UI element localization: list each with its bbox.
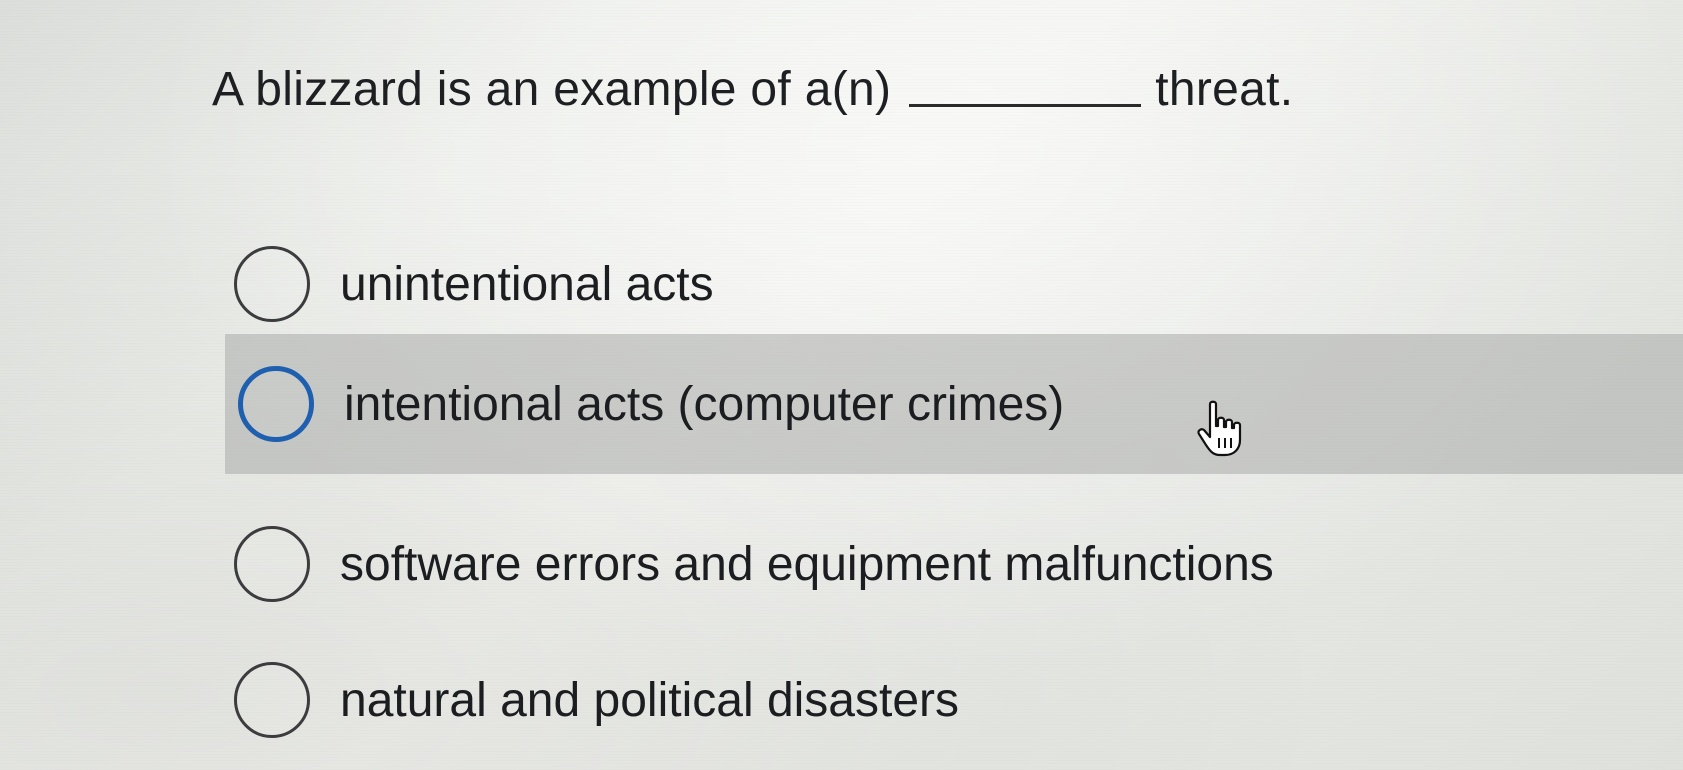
pointing-hand-cursor-icon [1197,400,1242,457]
quiz-screen: A blizzard is an example of a(n) threat. … [0,0,1683,770]
option-natural-disasters[interactable]: natural and political disasters [222,630,959,770]
radio-button[interactable] [234,662,310,738]
option-software-errors[interactable]: software errors and equipment malfunctio… [222,494,1274,634]
radio-button[interactable] [234,246,310,322]
answer-options: unintentional acts intentional acts (com… [0,0,1683,770]
option-label: intentional acts (computer crimes) [344,377,1065,431]
radio-button[interactable] [238,366,314,442]
option-intentional-acts[interactable]: intentional acts (computer crimes) [225,334,1683,474]
option-unintentional-acts[interactable]: unintentional acts [222,214,714,354]
radio-button[interactable] [234,526,310,602]
option-label: unintentional acts [340,257,714,311]
option-label: software errors and equipment malfunctio… [340,537,1274,591]
option-label: natural and political disasters [340,673,960,727]
